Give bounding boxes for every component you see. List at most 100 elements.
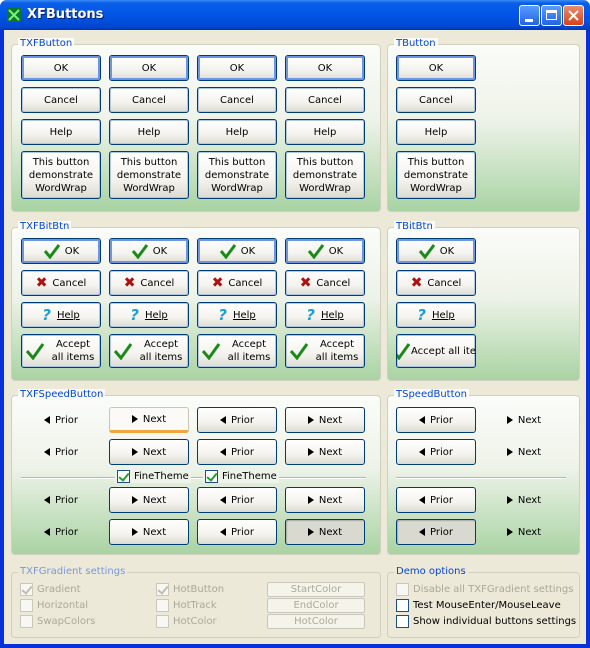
ok-button[interactable]: OK	[396, 55, 476, 81]
help-button[interactable]: Help	[21, 119, 101, 145]
horizontal-checkbox[interactable]: Horizontal	[20, 599, 88, 612]
arrow-right-icon	[307, 416, 314, 424]
next-speedbutton[interactable]: Next	[109, 487, 189, 513]
ok-button[interactable]: OK	[109, 55, 189, 81]
prior-speedbutton[interactable]: Prior	[197, 519, 277, 545]
startcolor-button[interactable]: StartColor	[267, 582, 365, 597]
wordwrap-button[interactable]: This button demonstrate WordWrap	[197, 151, 277, 199]
gradient-checkbox[interactable]: Gradient	[20, 583, 81, 596]
next-speedbutton[interactable]: Next	[285, 487, 365, 513]
help-button[interactable]: Help	[396, 119, 476, 145]
finetheme-checkbox[interactable]: FineTheme	[203, 470, 279, 483]
ok-bitbtn[interactable]: OK	[109, 238, 189, 264]
prior-speedbutton[interactable]: Prior	[197, 439, 277, 465]
accept-all-bitbtn[interactable]: Accept all items	[197, 334, 277, 368]
help-bitbtn[interactable]: ? Help	[21, 302, 101, 328]
checkmark-icon	[25, 343, 45, 360]
prior-speedbutton[interactable]: Prior	[396, 407, 476, 433]
accept-all-bitbtn[interactable]: Accept all items	[285, 334, 365, 368]
group-txfbutton: TXFButton OK OK OK OK Cancel Cancel Canc…	[11, 38, 381, 212]
arrow-right-icon	[506, 416, 513, 424]
next-speedbutton[interactable]: Next	[484, 439, 564, 465]
main-window: XFButtons TXFButton OK OK OK OK Cancel C…	[0, 0, 590, 648]
cancel-button[interactable]: Cancel	[396, 87, 476, 113]
next-speedbutton[interactable]: Next	[484, 519, 564, 545]
hottrack-checkbox[interactable]: HotTrack	[156, 599, 217, 612]
client-area: TXFButton OK OK OK OK Cancel Cancel Canc…	[4, 30, 586, 644]
prior-speedbutton[interactable]: Prior	[21, 519, 101, 545]
show-individual-checkbox[interactable]: Show individual buttons settings	[396, 615, 576, 628]
cancel-bitbtn[interactable]: ✖ Cancel	[396, 270, 476, 296]
hotbutton-checkbox[interactable]: HotButton	[156, 583, 224, 596]
help-bitbtn[interactable]: ? Help	[396, 302, 476, 328]
cancel-bitbtn[interactable]: ✖ Cancel	[109, 270, 189, 296]
ok-bitbtn[interactable]: OK	[21, 238, 101, 264]
prior-speedbutton[interactable]: Prior	[396, 487, 476, 513]
wordwrap-button[interactable]: This button demonstrate WordWrap	[396, 151, 476, 199]
prior-speedbutton[interactable]: Prior	[21, 407, 101, 433]
prior-speedbutton[interactable]: Prior	[197, 487, 277, 513]
prior-speedbutton[interactable]: Prior	[396, 439, 476, 465]
ok-button[interactable]: OK	[21, 55, 101, 81]
prior-speedbutton[interactable]: Prior	[21, 487, 101, 513]
help-button[interactable]: Help	[285, 119, 365, 145]
accept-all-bitbtn[interactable]: Accept all items	[109, 334, 189, 368]
next-speedbutton[interactable]: Next	[285, 407, 365, 433]
cancel-bitbtn[interactable]: ✖ Cancel	[21, 270, 101, 296]
next-speedbutton[interactable]: Next	[109, 407, 189, 433]
group-tbutton: TButton OK Cancel Help This button demon…	[387, 38, 580, 212]
disable-all-checkbox[interactable]: Disable all TXFGradient settings	[396, 583, 573, 596]
ok-button[interactable]: OK	[285, 55, 365, 81]
next-speedbutton[interactable]: Next	[109, 439, 189, 465]
prior-speedbutton[interactable]: Prior	[197, 407, 277, 433]
next-speedbutton[interactable]: Next	[285, 439, 365, 465]
ok-button[interactable]: OK	[197, 55, 277, 81]
hotcolor-checkbox[interactable]: HotColor	[156, 615, 217, 628]
next-speedbutton[interactable]: Next	[484, 407, 564, 433]
checkmark-icon	[219, 244, 236, 259]
help-button[interactable]: Help	[109, 119, 189, 145]
arrow-right-icon	[131, 496, 138, 504]
cancel-button[interactable]: Cancel	[109, 87, 189, 113]
group-txfbitbtn: TXFBitBtn OK OK OK OK ✖ Cancel ✖ Cancel ✖ C…	[11, 221, 381, 381]
arrow-left-icon	[44, 448, 50, 456]
test-mouse-checkbox[interactable]: Test MouseEnter/MouseLeave	[396, 599, 561, 612]
prior-speedbutton[interactable]: Prior	[21, 439, 101, 465]
cancel-button[interactable]: Cancel	[21, 87, 101, 113]
help-bitbtn[interactable]: ? Help	[197, 302, 277, 328]
wordwrap-button[interactable]: This button demonstrate WordWrap	[21, 151, 101, 199]
ok-bitbtn[interactable]: OK	[197, 238, 277, 264]
checkbox-box[interactable]	[117, 470, 130, 483]
close-button[interactable]	[563, 5, 584, 26]
next-speedbutton[interactable]: Next	[109, 519, 189, 545]
prior-speedbutton-down[interactable]: Prior	[396, 519, 476, 545]
help-bitbtn[interactable]: ? Help	[109, 302, 189, 328]
ok-bitbtn[interactable]: OK	[396, 238, 476, 264]
cancel-button[interactable]: Cancel	[285, 87, 365, 113]
finetheme-checkbox[interactable]: FineTheme	[115, 470, 191, 483]
cancel-bitbtn[interactable]: ✖ Cancel	[197, 270, 277, 296]
group-title-gradient-settings: TXFGradient settings	[18, 566, 128, 578]
arrow-right-icon	[506, 528, 513, 536]
minimize-button[interactable]	[519, 5, 540, 26]
endcolor-button[interactable]: EndColor	[267, 598, 365, 613]
help-button[interactable]: Help	[197, 119, 277, 145]
cancel-x-icon: ✖	[410, 274, 423, 291]
wordwrap-button[interactable]: This button demonstrate WordWrap	[109, 151, 189, 199]
help-bitbtn[interactable]: ? Help	[285, 302, 365, 328]
wordwrap-button[interactable]: This button demonstrate WordWrap	[285, 151, 365, 199]
accept-all-bitbtn[interactable]: Accept all item	[396, 334, 476, 368]
hotcolor-button[interactable]: HotColor	[267, 614, 365, 629]
maximize-button[interactable]	[541, 5, 562, 26]
cancel-button[interactable]: Cancel	[197, 87, 277, 113]
cancel-bitbtn[interactable]: ✖ Cancel	[285, 270, 365, 296]
ok-bitbtn[interactable]: OK	[285, 238, 365, 264]
title-bar[interactable]: XFButtons	[0, 0, 590, 30]
checkbox-box[interactable]	[205, 470, 218, 483]
arrow-right-icon	[506, 448, 513, 456]
next-speedbutton[interactable]: Next	[484, 487, 564, 513]
swapcolors-checkbox[interactable]: SwapColors	[20, 615, 95, 628]
accept-all-bitbtn[interactable]: Accept all items	[21, 334, 101, 368]
divider	[396, 477, 566, 479]
next-speedbutton-down[interactable]: Next	[285, 519, 365, 545]
